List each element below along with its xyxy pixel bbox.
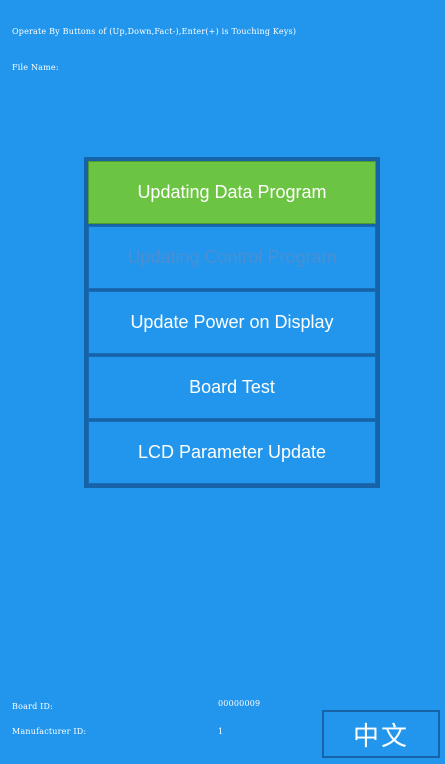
update-menu: Updating Data Program Updating Control P… [84, 157, 380, 488]
file-name-label: File Name: [12, 63, 59, 72]
update-menu-screen: Operate By Buttons of (Up,Down,Fact-),En… [0, 0, 445, 764]
menu-item-lcd-parameter-update[interactable]: LCD Parameter Update [88, 421, 376, 484]
board-id-label: Board ID: [12, 702, 54, 711]
menu-item-updating-data-program[interactable]: Updating Data Program [88, 161, 376, 224]
menu-item-updating-control-program: Updating Control Program [88, 226, 376, 289]
menu-item-update-power-on-display[interactable]: Update Power on Display [88, 291, 376, 354]
file-name-row: File Name: [12, 63, 59, 72]
manufacturer-id-value: 1 [218, 727, 224, 736]
language-toggle-button[interactable]: 中文 [322, 710, 440, 758]
board-id-value: 00000009 [218, 699, 261, 708]
manufacturer-id-label: Manufacturer ID: [12, 727, 87, 736]
menu-item-board-test[interactable]: Board Test [88, 356, 376, 419]
instruction-text: Operate By Buttons of (Up,Down,Fact-),En… [12, 27, 297, 36]
